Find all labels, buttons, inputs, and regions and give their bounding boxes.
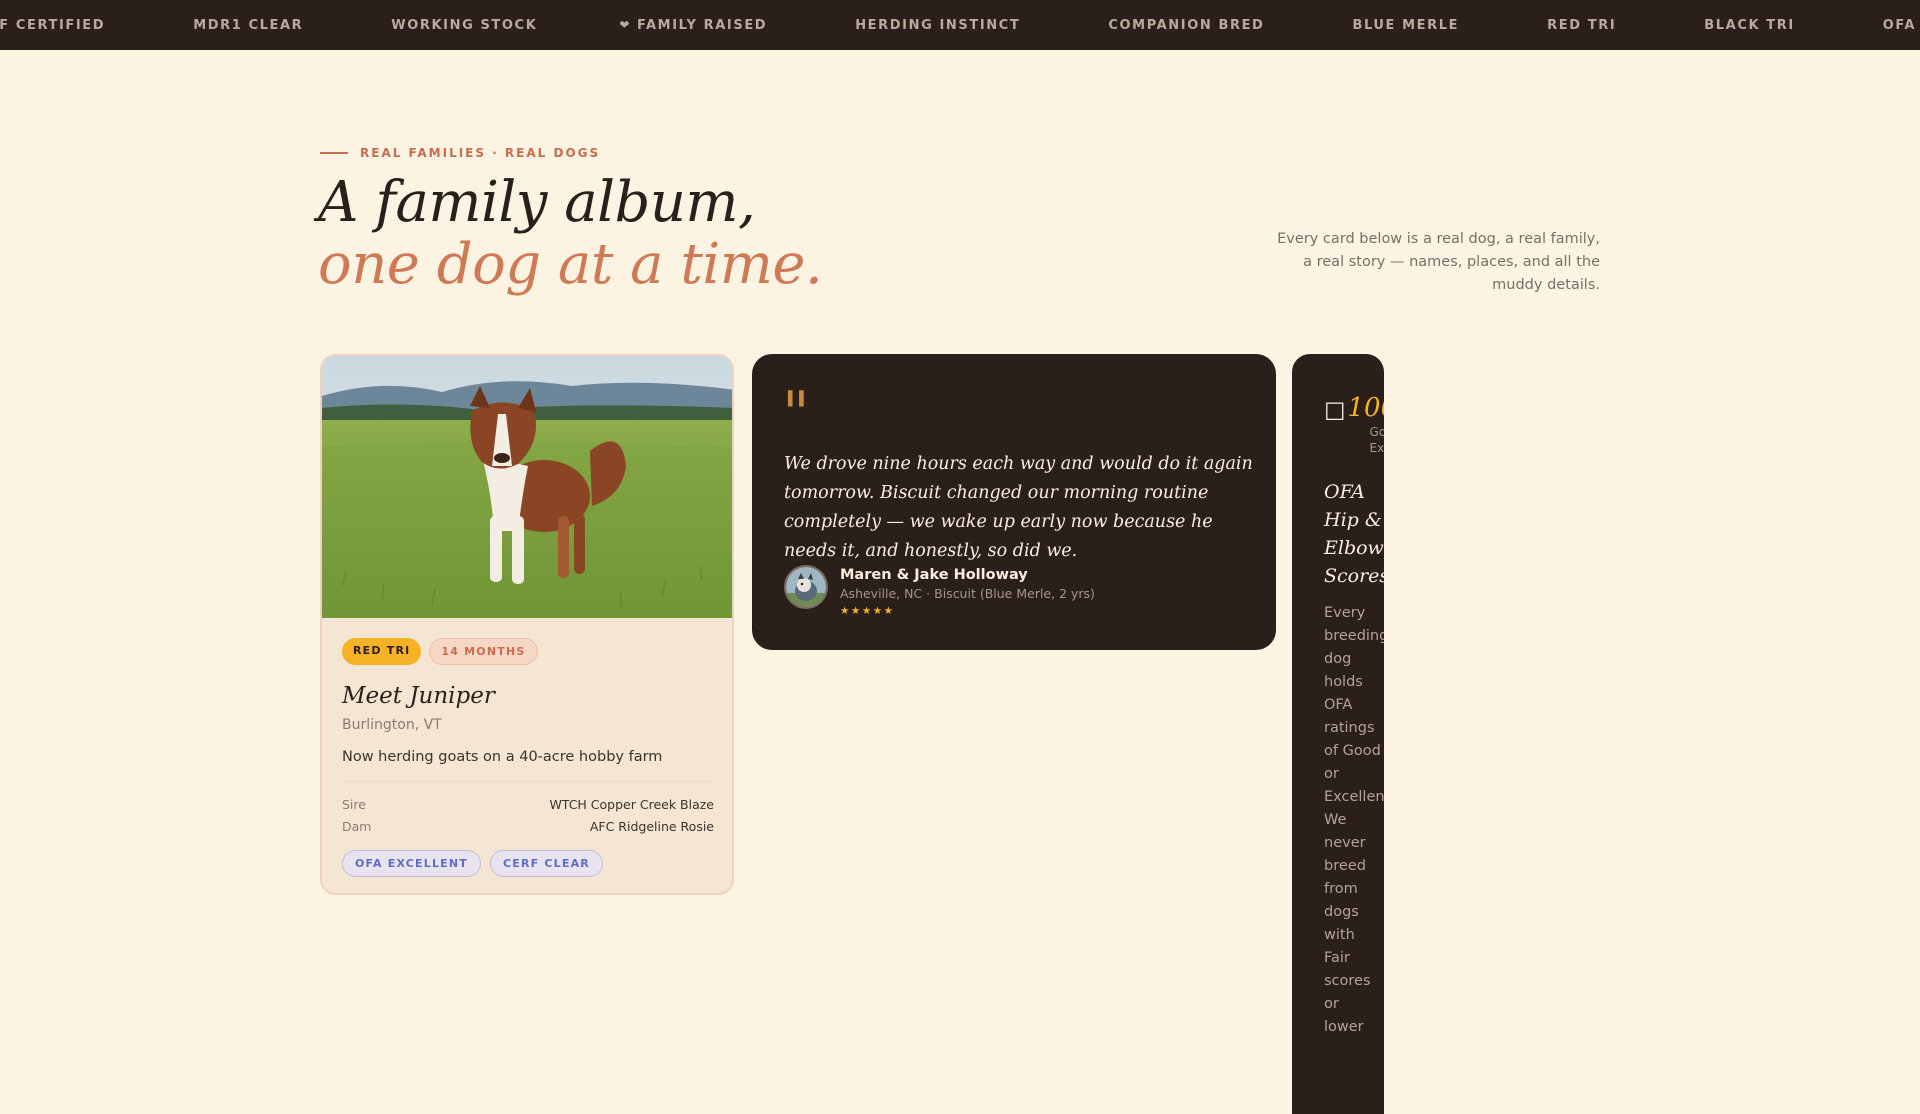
ofa-stat-row: ☐ 100 Go Exc [1324, 392, 1384, 462]
ticker-label: FAMILY RAISED [637, 17, 768, 33]
eyebrow-rule [320, 152, 348, 154]
ofa-stat-value: 100 [1347, 393, 1384, 423]
star-rating: ★★★★★ [840, 605, 895, 617]
ticker-label: OFA EXCELLENT [1882, 17, 1920, 33]
ofa-title: OFA Hip & Elbow Scores [1324, 481, 1384, 587]
ticker-track: CERF CERTIFIED MDR1 CLEAR WORKING STOCK ❤ FA… [0, 0, 1920, 50]
ticker-item: COMPANION BRED [1102, 18, 1264, 33]
ticker-label: BLUE MERLE [1352, 17, 1460, 33]
ticker-item: CERF CERTIFIED [0, 18, 105, 33]
ofa-feature-card: ☐ 100 Go Exc OFA Hip & Elbow Scores Ever… [1292, 354, 1384, 1114]
pedigree-label: Sire [342, 797, 366, 812]
testimonial-card: " We drove nine hours each way and would… [752, 354, 1276, 650]
ofa-stat-label: Go Exc [1369, 425, 1384, 455]
ticker-label: RED TRI [1547, 17, 1617, 33]
testimonial-author: Maren & Jake Holloway Asheville, NC · Bi… [784, 565, 1095, 617]
page-title: A family album, one dog at a time. [318, 170, 823, 297]
pedigree-label: Dam [342, 819, 372, 834]
profile-badges: RED TRI 14 MONTHS [342, 638, 714, 665]
title-line-1: A family album, [318, 170, 756, 235]
title-line-2: one dog at a time. [318, 232, 823, 297]
quote-icon: " [782, 379, 810, 449]
intro-text: Every card below is a real dog, a real f… [1277, 231, 1600, 293]
pedigree-row-dam: Dam AFC Ridgeline Rosie [342, 816, 714, 838]
ticker-item: BLUE MERLE [1346, 18, 1459, 33]
age-badge: 14 MONTHS [429, 638, 538, 665]
hip-icon: ☐ [1324, 398, 1346, 426]
avatar [784, 565, 828, 609]
health-tag-ofa: OFA EXCELLENT [342, 850, 481, 877]
ticker-label: WORKING STOCK [391, 17, 538, 33]
testimonial-quote: We drove nine hours each way and would d… [784, 454, 1253, 561]
health-tag-cerf: CERF CLEAR [489, 850, 603, 877]
ticker-item: ❤ FAMILY RAISED [619, 18, 767, 33]
pedigree-value: AFC Ridgeline Rosie [589, 819, 714, 834]
dog-photo [322, 356, 732, 618]
health-tags: OFA EXCELLENT CERF CLEAR [342, 850, 714, 877]
ticker-item: RED TRI [1541, 18, 1616, 33]
author-meta: Asheville, NC · Biscuit (Blue Merle, 2 y… [840, 586, 1095, 601]
ticker-item: OFA EXCELLENT [1877, 18, 1920, 33]
card-divider [342, 781, 714, 782]
ticker-label: CERF CERTIFIED [0, 17, 106, 33]
ofa-body: Every breeding dog holds OFA ratings of … [1324, 605, 1384, 1035]
pedigree-row-sire: Sire WTCH Copper Creek Blaze [342, 794, 714, 816]
color-badge: RED TRI [342, 638, 422, 665]
dog-location: Burlington, VT [342, 717, 442, 733]
ticker-item: WORKING STOCK [385, 18, 537, 33]
dog-profile-card[interactable]: RED TRI 14 MONTHS Meet Juniper Burlingto… [320, 354, 734, 895]
author-info: Maren & Jake Holloway Asheville, NC · Bi… [840, 565, 1095, 617]
eyebrow-text: REAL FAMILIES · REAL DOGS [360, 146, 601, 160]
author-name: Maren & Jake Holloway [840, 567, 1028, 583]
heart-icon: ❤ [619, 18, 632, 32]
ticker-label: HERDING INSTINCT [855, 17, 1021, 33]
ticker-item: HERDING INSTINCT [849, 18, 1020, 33]
profile-body: RED TRI 14 MONTHS Meet Juniper Burlingto… [342, 638, 714, 877]
ticker-item: MDR1 CLEAR [187, 18, 303, 33]
ofa-content: ☐ 100 Go Exc OFA Hip & Elbow Scores Ever… [1324, 392, 1384, 1039]
ticker-item: BLACK TRI [1698, 18, 1795, 33]
dog-story: Now herding goats on a 40-acre hobby far… [342, 749, 663, 765]
ticker-label: COMPANION BRED [1108, 17, 1265, 33]
section-eyebrow: REAL FAMILIES · REAL DOGS [320, 146, 600, 160]
dog-name: Meet Juniper [342, 683, 495, 709]
pedigree-list: Sire WTCH Copper Creek Blaze Dam AFC Rid… [342, 794, 714, 838]
ofa-stat-group: 100 Go Exc [1348, 392, 1384, 456]
ticker-label: BLACK TRI [1704, 17, 1795, 33]
pedigree-value: WTCH Copper Creek Blaze [549, 797, 714, 812]
feature-ticker: CERF CERTIFIED MDR1 CLEAR WORKING STOCK ❤ FA… [0, 0, 1920, 50]
ticker-label: MDR1 CLEAR [193, 17, 304, 33]
